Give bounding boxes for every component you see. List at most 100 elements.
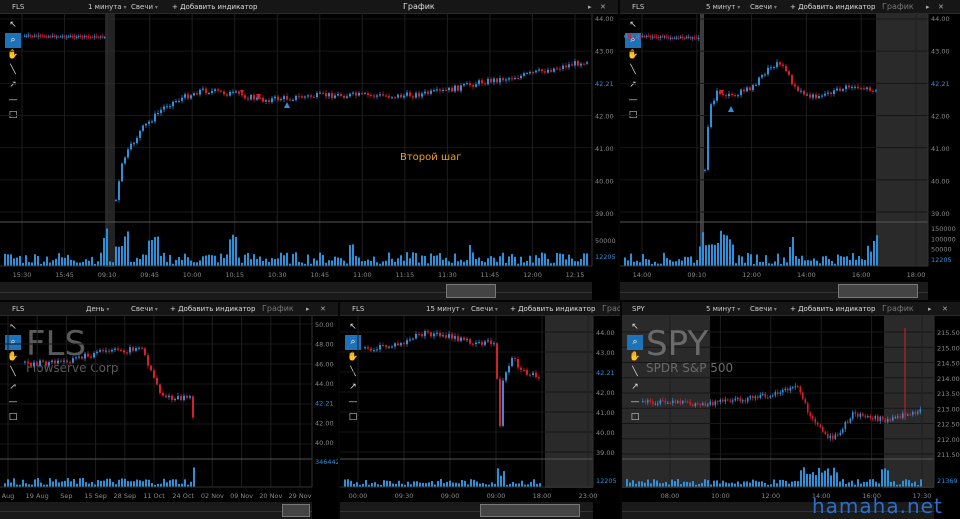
candle-body [762, 393, 764, 395]
volume-bar [7, 254, 9, 266]
volume-bar [211, 255, 213, 266]
candle-body [624, 36, 626, 38]
candle-body [657, 403, 659, 405]
volume-bar [88, 260, 90, 266]
chart-panel-fls-1min[interactable]: FLS 1 минута Свечи + Добавить индикатор … [0, 0, 618, 300]
volume-bar [322, 254, 324, 266]
candle-body [433, 333, 435, 337]
volume-bar [448, 261, 450, 266]
volume-bar [385, 260, 387, 266]
candle-body [526, 73, 528, 75]
volume-bar [500, 475, 502, 487]
chart-canvas[interactable]: 12205 44.00 43.00 42.21 42.00 41.00 40.00 39.0… [340, 302, 620, 519]
candle-body [580, 63, 582, 66]
volume-bar [521, 480, 523, 487]
volume-bar [106, 478, 108, 487]
volume-bar [503, 471, 505, 487]
candle-body [879, 416, 882, 422]
volume-bar [292, 254, 294, 266]
navigator-handle[interactable] [838, 284, 918, 298]
candle-body [872, 90, 874, 92]
candle-body [316, 92, 318, 98]
candle-body [875, 90, 877, 92]
candle-body [822, 427, 824, 432]
time-tick-label: 11 Oct [143, 492, 165, 500]
volume-bar [831, 261, 833, 266]
candle-body [852, 412, 854, 419]
candle-body [788, 71, 790, 75]
volume-bar [758, 481, 760, 487]
candle-body [33, 362, 35, 367]
zoom-tool-icon[interactable]: ⌕ [627, 335, 643, 350]
navigator[interactable] [620, 282, 928, 300]
volume-bar [792, 237, 794, 266]
time-tick-label: 14:00 [633, 271, 652, 279]
chart-panel-spy-5min[interactable]: SPY 5 минут Свечи + Добавить индикатор Г… [622, 302, 960, 519]
volume-bar [746, 481, 748, 487]
price-tick-label: 214.00 [937, 375, 960, 383]
chart-canvas[interactable]: 50000 12205 Второй шаг 44.00 43.00 42.21 42.… [0, 0, 618, 300]
navigator[interactable] [0, 502, 312, 519]
volume-bar [419, 482, 421, 487]
navigator-handle[interactable] [282, 504, 310, 517]
navigator-handle[interactable] [446, 284, 496, 298]
navigator[interactable] [340, 502, 593, 519]
candle-body [394, 97, 396, 99]
candle-body [722, 399, 724, 402]
candle-body [337, 93, 339, 96]
candle-body [744, 400, 747, 402]
navigator[interactable] [0, 282, 592, 300]
volume-bar [556, 252, 558, 266]
volume-bar [286, 252, 288, 266]
candle-body [797, 86, 799, 91]
volume-bar [238, 257, 240, 266]
time-tick-label: 09:00 [487, 492, 506, 500]
chart-panel-fls-daily[interactable]: FLS День Свечи + Добавить индикатор Граф… [0, 302, 338, 519]
price-tick-label: 212.00 [937, 436, 960, 444]
volume-bar [840, 256, 842, 266]
chart-canvas[interactable]: 3464425 50.00 48.00 46.00 44.00 42.21 42.00 40… [0, 302, 338, 519]
hand-tool-icon[interactable]: ✋ [627, 350, 643, 365]
chart-panel-fls-15min[interactable]: FLS 15 минут Свечи + Добавить индикатор … [340, 302, 620, 519]
candle-body [88, 36, 90, 38]
volume-bar [647, 479, 649, 487]
volume-bar [67, 478, 69, 487]
volume-bar [786, 262, 788, 266]
horizontal-line-icon[interactable]: — [627, 395, 643, 410]
candle-body [830, 92, 832, 95]
volume-bar [416, 481, 418, 487]
chart-canvas[interactable]: 150000 100000 50000 12205 44.00 43.00 42.21 42… [620, 0, 960, 300]
candle-body [734, 95, 736, 97]
volume-tick-label: 12205 [596, 477, 617, 485]
navigator-handle[interactable] [480, 504, 580, 517]
volume-bar [298, 261, 300, 266]
time-tick-label: 11:00 [353, 271, 372, 279]
rectangle-tool-icon[interactable]: □ [627, 410, 643, 425]
candle-body [56, 36, 58, 38]
candle-body [897, 416, 899, 418]
candle-body [268, 100, 270, 103]
candle-body [138, 347, 140, 349]
candle-body [571, 64, 573, 66]
volume-bar [103, 480, 105, 487]
time-tick-label: 02 Nov [201, 492, 224, 500]
session-separator [700, 14, 704, 266]
volume-bar [812, 472, 814, 487]
candle-body [217, 89, 219, 91]
candle-body [919, 409, 922, 413]
ray-tool-icon[interactable]: ↗ [627, 380, 643, 395]
candle-body [478, 342, 480, 344]
candle-body [400, 94, 402, 98]
volume-bar [328, 260, 330, 266]
volume-bar [824, 470, 826, 487]
volume-bar [764, 482, 766, 487]
chart-panel-fls-5min[interactable]: FLS 5 минут Свечи + Добавить индикатор Г… [620, 0, 960, 300]
line-tool-icon[interactable]: ╲ [627, 365, 643, 380]
candle-body [547, 69, 549, 73]
candle-body [791, 74, 793, 85]
volume-bar [870, 251, 872, 266]
pointer-tool-icon[interactable]: ↖ [627, 320, 643, 335]
volume-bar [283, 255, 285, 266]
candle-body [69, 362, 71, 364]
volume-bar [409, 258, 411, 266]
